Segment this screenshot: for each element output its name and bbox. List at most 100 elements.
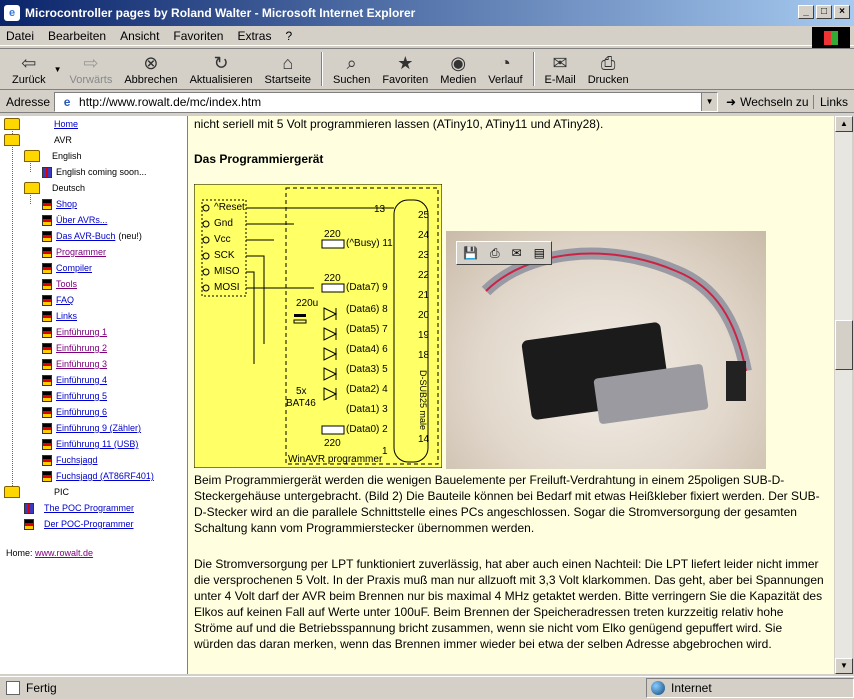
nav-link[interactable]: Über AVRs... <box>56 215 107 225</box>
nav-link[interactable]: Einführung 5 <box>56 391 107 401</box>
menu-ansicht[interactable]: Ansicht <box>120 29 159 43</box>
nav-item: Einführung 5 <box>42 388 107 404</box>
nav-pic-item: The POC Programmer <box>24 500 134 516</box>
minimize-button[interactable]: _ <box>798 5 814 19</box>
email-button[interactable]: ✉ E-Mail <box>539 49 582 89</box>
folder-icon <box>4 486 20 498</box>
pin-label-data3: (Data3) 5 <box>346 364 388 375</box>
cap-label: 220u <box>296 298 318 309</box>
nav-item: Fuchsjagd (AT86RF401) <box>42 468 154 484</box>
address-dropdown-button[interactable]: ▼ <box>701 92 718 111</box>
german-flag-icon <box>42 390 52 402</box>
menu-bar: Datei Bearbeiten Ansicht Favoriten Extra… <box>0 26 854 46</box>
media-button[interactable]: ◉ Medien <box>434 49 482 89</box>
nav-link[interactable]: Das AVR-Buch <box>56 231 115 241</box>
nav-link[interactable]: Einführung 4 <box>56 375 107 385</box>
save-image-icon[interactable]: 💾 <box>463 246 478 260</box>
nav-item: Shop <box>42 196 77 212</box>
nav-link[interactable]: Fuchsjagd <box>56 455 98 465</box>
printer-icon: ⎙ <box>600 53 616 73</box>
pin-1: 1 <box>382 446 388 457</box>
nav-link[interactable]: Einführung 6 <box>56 407 107 417</box>
forward-arrow-icon: ⇨ <box>83 53 99 73</box>
nav-item: Compiler <box>42 260 92 276</box>
german-flag-icon <box>42 342 52 354</box>
home-button[interactable]: ⌂ Startseite <box>259 49 317 89</box>
stop-button[interactable]: ⊗ Abbrechen <box>118 49 183 89</box>
nav-link[interactable]: Shop <box>56 199 77 209</box>
refresh-icon: ↻ <box>213 53 229 73</box>
signal-sck: SCK <box>214 250 235 261</box>
folder-icon <box>24 150 40 162</box>
vertical-scrollbar[interactable]: ▲ ▼ <box>834 116 853 674</box>
nav-english-row: English <box>24 148 82 164</box>
nav-link[interactable]: Einführung 3 <box>56 359 107 369</box>
nav-item: Einführung 6 <box>42 404 107 420</box>
nav-link[interactable]: Einführung 11 (USB) <box>56 439 138 449</box>
menu-extras[interactable]: Extras <box>237 29 271 43</box>
favorites-button[interactable]: ★ Favoriten <box>376 49 434 89</box>
mail-image-icon[interactable]: ✉ <box>512 246 522 260</box>
menu-help[interactable]: ? <box>285 29 292 43</box>
nav-link[interactable]: Compiler <box>56 263 92 273</box>
back-dropdown-button[interactable]: ▼ <box>52 49 64 89</box>
nav-link[interactable]: Einführung 9 (Zähler) <box>56 423 141 433</box>
nav-link[interactable]: Links <box>56 311 77 321</box>
folder-icon <box>24 182 40 194</box>
pin-24: 24 <box>418 230 430 241</box>
home-footer: Home: www.rowalt.de <box>6 548 94 558</box>
history-button[interactable]: ◔ Verlauf <box>482 49 528 89</box>
signal-mosi: MOSI <box>214 282 240 293</box>
nav-link[interactable]: Einführung 2 <box>56 343 107 353</box>
home-url-link[interactable]: www.rowalt.de <box>35 548 93 558</box>
menu-datei[interactable]: Datei <box>6 29 34 43</box>
maximize-button[interactable]: □ <box>816 5 832 19</box>
address-input[interactable]: e http://www.rowalt.de/mc/index.htm ▼ <box>54 91 719 112</box>
nav-link[interactable]: FAQ <box>56 295 74 305</box>
refresh-button[interactable]: ↻ Aktualisieren <box>184 49 259 89</box>
nav-link[interactable]: Tools <box>56 279 77 289</box>
print-button[interactable]: ⎙ Drucken <box>582 49 635 89</box>
nav-english-soon-row: English coming soon... <box>42 164 147 180</box>
close-button[interactable]: × <box>834 5 850 19</box>
address-url: http://www.rowalt.de/mc/index.htm <box>79 94 262 109</box>
search-icon: ⌕ <box>346 53 357 73</box>
forward-button[interactable]: ⇨ Vorwärts <box>64 49 119 89</box>
scroll-down-button[interactable]: ▼ <box>835 658 853 674</box>
nav-poc-programmer-de[interactable]: Der POC-Programmer <box>44 519 134 529</box>
links-button[interactable]: Links <box>812 94 848 109</box>
search-button[interactable]: ⌕ Suchen <box>327 49 376 89</box>
status-bar: Fertig Internet <box>0 676 854 699</box>
nav-poc-programmer-en[interactable]: The POC Programmer <box>44 503 134 513</box>
nav-pic-item: Der POC-Programmer <box>24 516 134 532</box>
nav-link[interactable]: Programmer <box>56 247 106 257</box>
print-image-icon[interactable]: ⎙ <box>490 246 500 261</box>
programmer-photo <box>446 231 766 469</box>
windows-logo-icon <box>812 27 850 49</box>
nav-link[interactable]: Fuchsjagd (AT86RF401) <box>56 471 154 481</box>
nav-item: Links <box>42 308 77 324</box>
go-button[interactable]: ➜ Wechseln zu <box>726 95 809 109</box>
nav-avr-row: AVR <box>4 132 72 148</box>
open-folder-icon[interactable]: ▤ <box>534 246 545 260</box>
folder-icon <box>4 134 20 146</box>
german-flag-icon <box>24 518 34 530</box>
german-flag-icon <box>42 438 52 450</box>
globe-icon <box>651 681 665 695</box>
pin-21: 21 <box>418 290 430 301</box>
navigation-frame: Home AVR English English coming soon... … <box>0 116 188 674</box>
connector-label: D-SUB25 male <box>418 370 428 430</box>
scroll-thumb[interactable] <box>835 320 853 370</box>
back-button[interactable]: ⇦ Zurück <box>6 49 52 89</box>
toolbar: ⇦ Zurück ▼ ⇨ Vorwärts ⊗ Abbrechen ↻ Aktualis… <box>0 48 854 90</box>
nav-pic-label: PIC <box>54 487 70 497</box>
content-frame: nicht seriell mit 5 Volt programmieren l… <box>188 116 834 674</box>
pin-25: 25 <box>418 210 430 221</box>
menu-bearbeiten[interactable]: Bearbeiten <box>48 29 106 43</box>
go-arrow-icon: ➜ <box>726 94 737 109</box>
scroll-up-button[interactable]: ▲ <box>835 116 853 132</box>
menu-favoriten[interactable]: Favoriten <box>173 29 223 43</box>
nav-home-link[interactable]: Home <box>54 119 78 129</box>
nav-link[interactable]: Einführung 1 <box>56 327 107 337</box>
german-flag-icon <box>42 214 52 226</box>
